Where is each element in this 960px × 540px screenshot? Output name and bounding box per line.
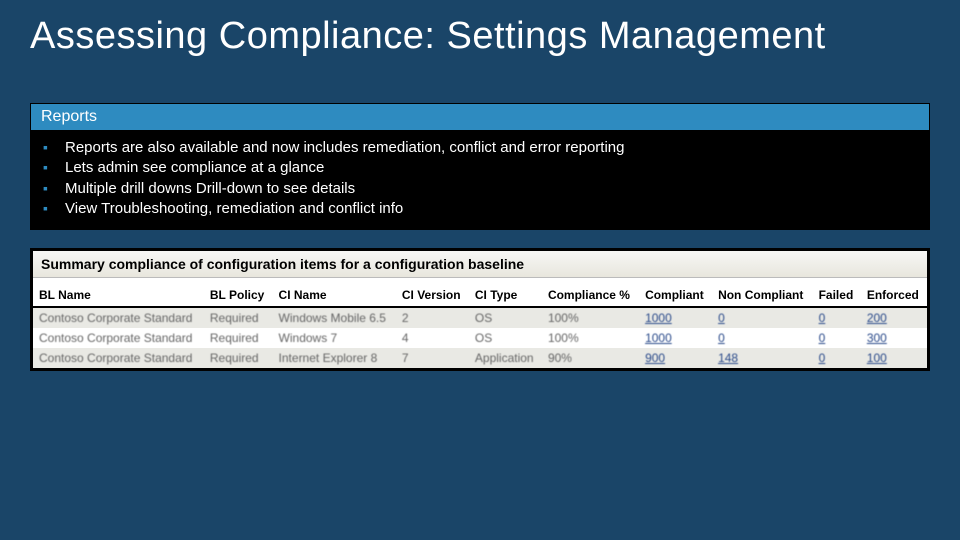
cell-blname: Contoso Corporate Standard xyxy=(33,348,204,368)
report-table-title: Summary compliance of configuration item… xyxy=(33,251,927,278)
table-row: Contoso Corporate Standard Required Inte… xyxy=(33,348,927,368)
col-civersion: CI Version xyxy=(396,278,469,307)
cell-blpolicy: Required xyxy=(204,328,273,348)
compliance-table: BL Name BL Policy CI Name CI Version CI … xyxy=(33,278,927,368)
table-row: Contoso Corporate Standard Required Wind… xyxy=(33,328,927,348)
cell-compliant[interactable]: 900 xyxy=(639,348,712,368)
cell-compliance: 100% xyxy=(542,328,639,348)
table-header-row: BL Name BL Policy CI Name CI Version CI … xyxy=(33,278,927,307)
cell-enforced[interactable]: 300 xyxy=(861,328,927,348)
cell-blpolicy: Required xyxy=(204,307,273,328)
slide: Assessing Compliance: Settings Managemen… xyxy=(0,0,960,540)
list-item: Reports are also available and now inclu… xyxy=(43,138,917,158)
cell-blname: Contoso Corporate Standard xyxy=(33,328,204,348)
col-enforced: Enforced xyxy=(861,278,927,307)
list-item: View Troubleshooting, remediation and co… xyxy=(43,199,917,219)
cell-blname: Contoso Corporate Standard xyxy=(33,307,204,328)
cell-civersion: 2 xyxy=(396,307,469,328)
reports-list: Reports are also available and now inclu… xyxy=(43,138,917,219)
cell-compliance: 90% xyxy=(542,348,639,368)
slide-title: Assessing Compliance: Settings Managemen… xyxy=(30,15,930,58)
cell-failed[interactable]: 0 xyxy=(813,307,861,328)
reports-body: Reports are also available and now inclu… xyxy=(31,130,929,229)
cell-enforced[interactable]: 100 xyxy=(861,348,927,368)
col-noncompliant: Non Compliant xyxy=(712,278,813,307)
table-row: Contoso Corporate Standard Required Wind… xyxy=(33,307,927,328)
reports-panel: Reports Reports are also available and n… xyxy=(30,103,930,230)
cell-compliant[interactable]: 1000 xyxy=(639,307,712,328)
cell-noncompliant[interactable]: 0 xyxy=(712,307,813,328)
cell-citype: OS xyxy=(469,307,542,328)
col-failed: Failed xyxy=(813,278,861,307)
report-screenshot: Summary compliance of configuration item… xyxy=(30,248,930,371)
cell-citype: OS xyxy=(469,328,542,348)
col-compliant: Compliant xyxy=(639,278,712,307)
col-blname: BL Name xyxy=(33,278,204,307)
list-item: Lets admin see compliance at a glance xyxy=(43,158,917,178)
cell-failed[interactable]: 0 xyxy=(813,328,861,348)
cell-enforced[interactable]: 200 xyxy=(861,307,927,328)
cell-ciname: Windows Mobile 6.5 xyxy=(273,307,396,328)
cell-blpolicy: Required xyxy=(204,348,273,368)
list-item: Multiple drill downs Drill-down to see d… xyxy=(43,179,917,199)
cell-noncompliant[interactable]: 0 xyxy=(712,328,813,348)
col-ciname: CI Name xyxy=(273,278,396,307)
cell-civersion: 7 xyxy=(396,348,469,368)
cell-failed[interactable]: 0 xyxy=(813,348,861,368)
cell-citype: Application xyxy=(469,348,542,368)
cell-noncompliant[interactable]: 148 xyxy=(712,348,813,368)
col-blpolicy: BL Policy xyxy=(204,278,273,307)
cell-compliance: 100% xyxy=(542,307,639,328)
reports-header: Reports xyxy=(31,104,929,130)
col-citype: CI Type xyxy=(469,278,542,307)
col-compliance: Compliance % xyxy=(542,278,639,307)
cell-compliant[interactable]: 1000 xyxy=(639,328,712,348)
cell-civersion: 4 xyxy=(396,328,469,348)
cell-ciname: Windows 7 xyxy=(273,328,396,348)
cell-ciname: Internet Explorer 8 xyxy=(273,348,396,368)
